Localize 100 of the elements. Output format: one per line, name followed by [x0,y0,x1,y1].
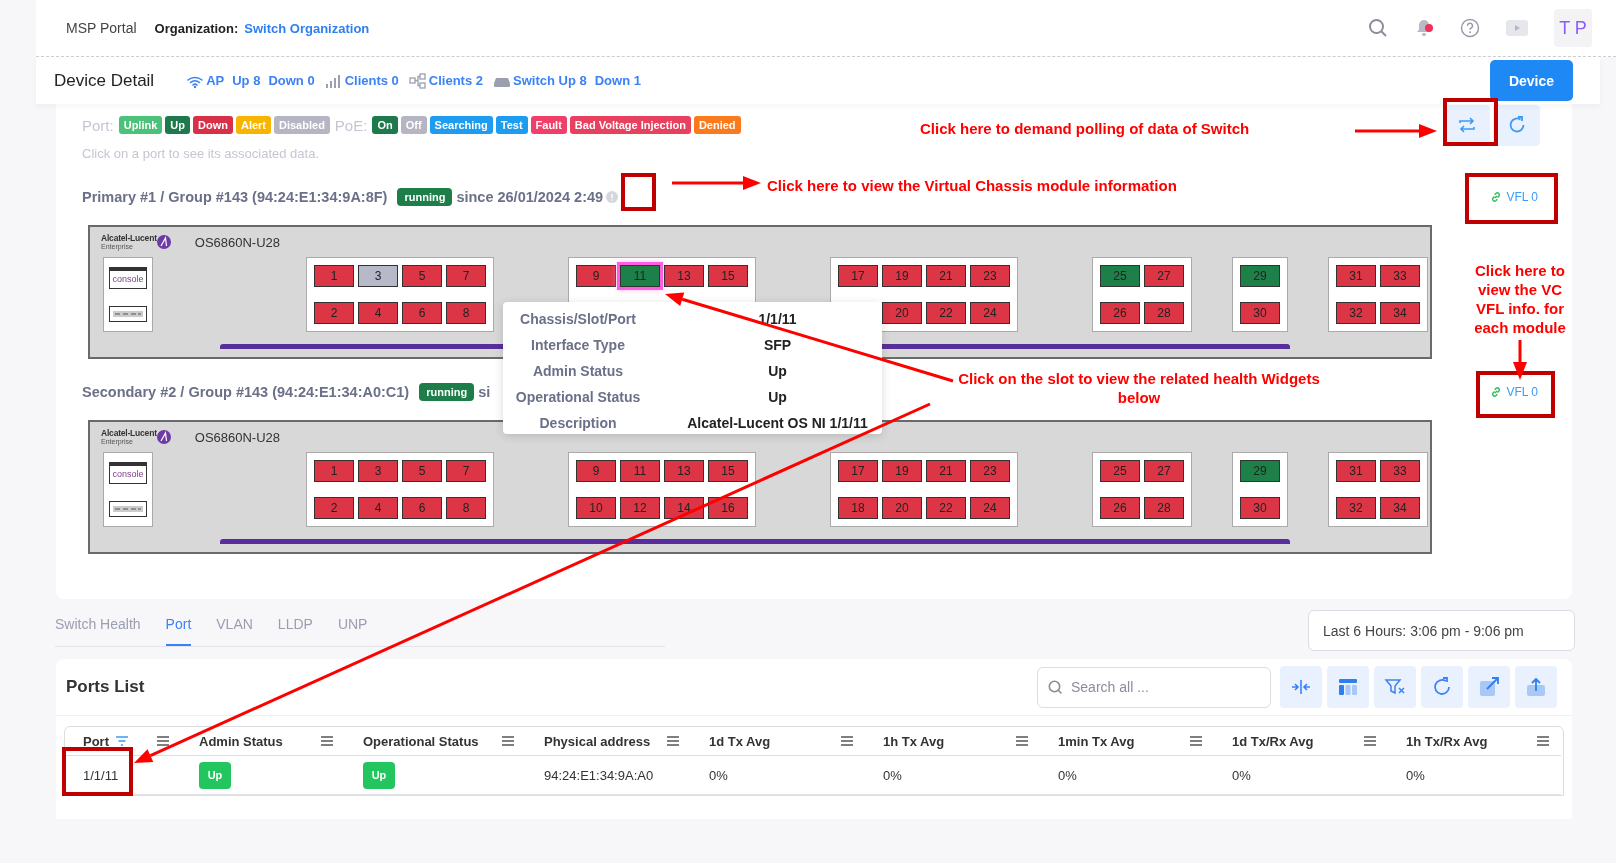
port[interactable]: 21 [926,460,966,482]
column-header[interactable]: 1min Tx Avg [1058,733,1135,749]
status-link[interactable]: Clients 2 [428,73,483,88]
port[interactable]: 2 [314,302,354,324]
vfl-link[interactable]: VFL 0 [1488,190,1540,204]
column-header[interactable]: Port [83,733,109,749]
column-menu-icon[interactable] [321,736,333,746]
column-header[interactable]: 1d Tx/Rx Avg [1232,733,1314,749]
status-link[interactable]: Down 1 [594,73,641,88]
status-link[interactable]: Down 0 [268,73,315,88]
port[interactable]: 5 [402,460,442,482]
device-button[interactable]: Device [1490,60,1573,101]
tab[interactable]: UNP [337,604,368,646]
port[interactable]: 10 [576,497,616,519]
port[interactable]: 31 [1336,460,1376,482]
port[interactable]: 15 [708,460,748,482]
port[interactable]: 1 [314,265,354,287]
port[interactable]: 13 [664,460,704,482]
status-link[interactable]: AP [206,73,225,88]
port[interactable]: 22 [926,497,966,519]
bell-icon[interactable] [1414,18,1434,38]
time-range-selector[interactable]: Last 6 Hours: 3:06 pm - 9:06 pm [1308,610,1575,651]
port[interactable]: 4 [358,497,398,519]
port[interactable]: 8 [446,497,486,519]
port[interactable]: 17 [838,460,878,482]
tab[interactable]: Switch Health [55,604,141,646]
port[interactable]: 29 [1240,265,1280,287]
port[interactable]: 24 [970,497,1010,519]
status-link[interactable]: Switch Up 8 [513,73,587,88]
user-avatar[interactable]: T P [1554,9,1592,47]
vfl-link[interactable]: VFL 0 [1488,385,1540,399]
port[interactable]: 33 [1380,265,1420,287]
port[interactable]: 20 [882,497,922,519]
port[interactable]: 3 [358,265,398,287]
column-menu-icon[interactable] [667,736,679,746]
port[interactable]: 30 [1240,302,1280,324]
port[interactable]: 21 [926,265,966,287]
port[interactable]: 9 [576,265,616,287]
port[interactable]: 26 [1100,302,1140,324]
port[interactable]: 23 [970,460,1010,482]
port[interactable]: 12 [620,497,660,519]
column-menu-icon[interactable] [1537,736,1549,746]
column-menu-icon[interactable] [841,736,853,746]
column-header[interactable]: Operational Status [363,733,479,749]
port[interactable]: 22 [926,302,966,324]
port[interactable]: 23 [970,265,1010,287]
column-menu-icon[interactable] [1364,736,1376,746]
port[interactable]: 25 [1100,460,1140,482]
tab[interactable]: VLAN [216,604,253,646]
port[interactable]: 20 [882,302,922,324]
column-menu-icon[interactable] [1190,736,1202,746]
filter-icon[interactable] [115,735,129,747]
columns-icon-button[interactable] [1327,666,1369,708]
status-link[interactable]: Up 8 [232,73,261,88]
port[interactable]: 31 [1336,265,1376,287]
column-header[interactable]: Admin Status [199,733,283,749]
column-header[interactable]: 1d Tx Avg [709,733,771,749]
port[interactable]: 7 [446,265,486,287]
tab[interactable]: Port [165,604,192,646]
upload-icon-button[interactable] [1515,666,1557,708]
port[interactable]: 6 [402,302,442,324]
external-link-icon-button[interactable] [1468,666,1510,708]
port[interactable]: 34 [1380,302,1420,324]
port[interactable]: 29 [1240,460,1280,482]
tab[interactable]: LLDP [277,604,313,646]
status-link[interactable]: Clients 0 [344,73,399,88]
port[interactable]: 18 [838,497,878,519]
port[interactable]: 5 [402,265,442,287]
port[interactable]: 26 [1100,497,1140,519]
port[interactable]: 30 [1240,497,1280,519]
port[interactable]: 32 [1336,302,1376,324]
port[interactable]: 1 [314,460,354,482]
port[interactable]: 6 [402,497,442,519]
port[interactable]: 13 [664,265,704,287]
port[interactable]: 11 [620,460,660,482]
port[interactable]: 17 [838,265,878,287]
port[interactable]: 15 [708,265,748,287]
port[interactable]: 14 [664,497,704,519]
refresh-icon-button[interactable] [1421,666,1463,708]
port[interactable]: 4 [358,302,398,324]
search-icon[interactable] [1368,18,1388,38]
column-menu-icon[interactable] [157,736,169,746]
port[interactable]: 19 [882,265,922,287]
port[interactable]: 27 [1144,460,1184,482]
column-header[interactable]: 1h Tx/Rx Avg [1406,733,1488,749]
port[interactable]: 28 [1144,497,1184,519]
compress-icon-button[interactable] [1280,666,1322,708]
port[interactable]: 25 [1100,265,1140,287]
search-field[interactable]: Search all ... [1037,666,1271,708]
port[interactable]: 34 [1380,497,1420,519]
column-header[interactable]: 1h Tx Avg [883,733,945,749]
help-icon[interactable] [1460,18,1480,38]
organization-link[interactable]: Switch Organization [244,20,370,36]
column-header[interactable]: Physical address [544,733,651,749]
port[interactable]: 9 [576,460,616,482]
port[interactable]: 33 [1380,460,1420,482]
column-menu-icon[interactable] [502,736,514,746]
port[interactable]: 27 [1144,265,1184,287]
filter-clear-icon-button[interactable] [1374,666,1416,708]
port[interactable]: 24 [970,302,1010,324]
